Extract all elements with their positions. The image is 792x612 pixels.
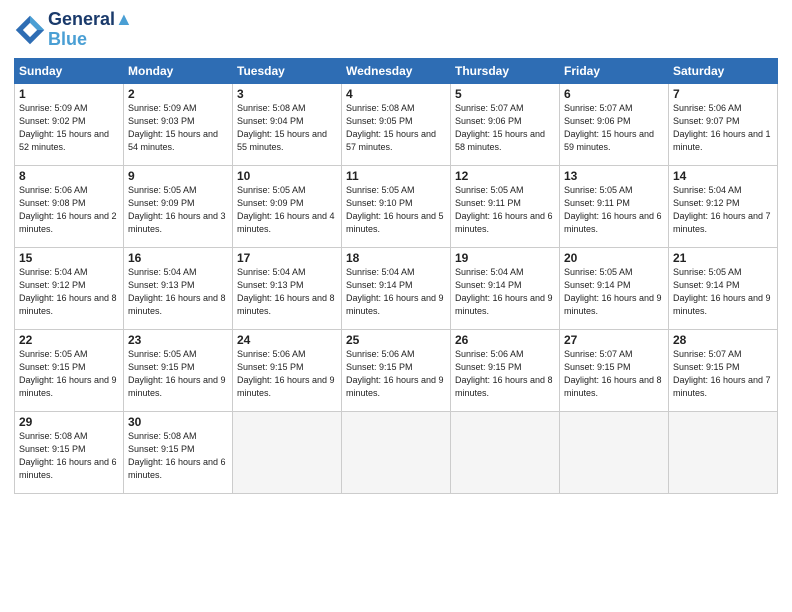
dow-header-sunday: Sunday	[15, 58, 124, 83]
calendar-cell: 1Sunrise: 5:09 AMSunset: 9:02 PMDaylight…	[15, 83, 124, 165]
calendar-cell	[342, 411, 451, 493]
dow-header-monday: Monday	[124, 58, 233, 83]
calendar-cell: 5Sunrise: 5:07 AMSunset: 9:06 PMDaylight…	[451, 83, 560, 165]
calendar-cell: 4Sunrise: 5:08 AMSunset: 9:05 PMDaylight…	[342, 83, 451, 165]
calendar-cell: 23Sunrise: 5:05 AMSunset: 9:15 PMDayligh…	[124, 329, 233, 411]
calendar-cell: 28Sunrise: 5:07 AMSunset: 9:15 PMDayligh…	[669, 329, 778, 411]
calendar-cell: 16Sunrise: 5:04 AMSunset: 9:13 PMDayligh…	[124, 247, 233, 329]
calendar-cell: 25Sunrise: 5:06 AMSunset: 9:15 PMDayligh…	[342, 329, 451, 411]
calendar-cell: 19Sunrise: 5:04 AMSunset: 9:14 PMDayligh…	[451, 247, 560, 329]
calendar-cell: 20Sunrise: 5:05 AMSunset: 9:14 PMDayligh…	[560, 247, 669, 329]
calendar-cell: 30Sunrise: 5:08 AMSunset: 9:15 PMDayligh…	[124, 411, 233, 493]
calendar-cell	[451, 411, 560, 493]
calendar-cell: 18Sunrise: 5:04 AMSunset: 9:14 PMDayligh…	[342, 247, 451, 329]
calendar-cell: 10Sunrise: 5:05 AMSunset: 9:09 PMDayligh…	[233, 165, 342, 247]
calendar-cell: 14Sunrise: 5:04 AMSunset: 9:12 PMDayligh…	[669, 165, 778, 247]
calendar-cell: 9Sunrise: 5:05 AMSunset: 9:09 PMDaylight…	[124, 165, 233, 247]
calendar-cell: 7Sunrise: 5:06 AMSunset: 9:07 PMDaylight…	[669, 83, 778, 165]
calendar-cell	[233, 411, 342, 493]
calendar-cell	[669, 411, 778, 493]
calendar-cell: 13Sunrise: 5:05 AMSunset: 9:11 PMDayligh…	[560, 165, 669, 247]
dow-header-thursday: Thursday	[451, 58, 560, 83]
calendar-cell: 29Sunrise: 5:08 AMSunset: 9:15 PMDayligh…	[15, 411, 124, 493]
calendar-table: SundayMondayTuesdayWednesdayThursdayFrid…	[14, 58, 778, 494]
calendar-cell	[560, 411, 669, 493]
calendar-cell: 6Sunrise: 5:07 AMSunset: 9:06 PMDaylight…	[560, 83, 669, 165]
calendar-cell: 11Sunrise: 5:05 AMSunset: 9:10 PMDayligh…	[342, 165, 451, 247]
calendar-cell: 15Sunrise: 5:04 AMSunset: 9:12 PMDayligh…	[15, 247, 124, 329]
calendar-cell: 17Sunrise: 5:04 AMSunset: 9:13 PMDayligh…	[233, 247, 342, 329]
dow-header-saturday: Saturday	[669, 58, 778, 83]
calendar-cell: 27Sunrise: 5:07 AMSunset: 9:15 PMDayligh…	[560, 329, 669, 411]
calendar-cell: 8Sunrise: 5:06 AMSunset: 9:08 PMDaylight…	[15, 165, 124, 247]
calendar-cell: 21Sunrise: 5:05 AMSunset: 9:14 PMDayligh…	[669, 247, 778, 329]
calendar-cell: 24Sunrise: 5:06 AMSunset: 9:15 PMDayligh…	[233, 329, 342, 411]
dow-header-tuesday: Tuesday	[233, 58, 342, 83]
calendar-cell: 22Sunrise: 5:05 AMSunset: 9:15 PMDayligh…	[15, 329, 124, 411]
dow-header-wednesday: Wednesday	[342, 58, 451, 83]
calendar-cell: 12Sunrise: 5:05 AMSunset: 9:11 PMDayligh…	[451, 165, 560, 247]
calendar-cell: 26Sunrise: 5:06 AMSunset: 9:15 PMDayligh…	[451, 329, 560, 411]
calendar-cell: 2Sunrise: 5:09 AMSunset: 9:03 PMDaylight…	[124, 83, 233, 165]
page-header: General▲ Blue	[14, 10, 778, 50]
dow-header-friday: Friday	[560, 58, 669, 83]
logo: General▲ Blue	[14, 10, 133, 50]
calendar-cell: 3Sunrise: 5:08 AMSunset: 9:04 PMDaylight…	[233, 83, 342, 165]
